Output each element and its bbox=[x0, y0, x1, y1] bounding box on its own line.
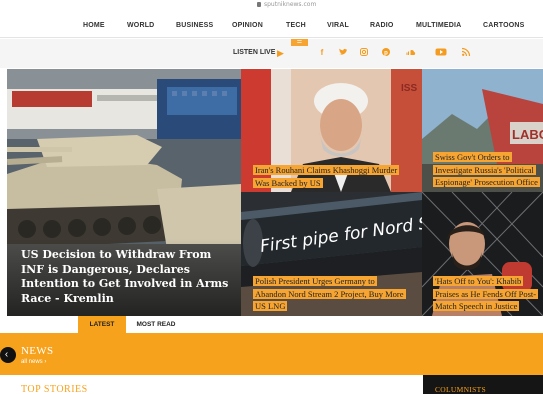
url-text: sputniknews.com bbox=[264, 1, 317, 8]
nav-item-opinion[interactable]: OPINION bbox=[232, 22, 263, 29]
lock-icon bbox=[257, 2, 261, 7]
facebook-icon[interactable]: f bbox=[316, 47, 328, 59]
menu-toggle-icon[interactable]: ☰ bbox=[291, 39, 308, 46]
main-nav: HOME WORLD BUSINESS OPINION TECH VIRAL R… bbox=[0, 14, 543, 38]
tab-most-read[interactable]: MOST READ bbox=[130, 316, 182, 333]
story-headline-rouhani[interactable]: Iran's Rouhani Claims Khashoggi Murder W… bbox=[255, 164, 407, 189]
nav-item-world[interactable]: WORLD bbox=[127, 22, 154, 29]
news-bar: ‹ NEWS all news › bbox=[0, 333, 543, 375]
sub-bar: ☰ LISTEN LIVE ▶ f p bbox=[0, 39, 543, 68]
story-headline-khabib[interactable]: 'Hats Off to You': Khabib Praises as He … bbox=[435, 275, 543, 313]
svg-text:p: p bbox=[384, 50, 388, 56]
browser-url-bar[interactable]: sputniknews.com bbox=[0, 0, 543, 12]
top-stories-heading: TOP STORIES bbox=[21, 384, 88, 394]
labor-sign-text: LABOR bbox=[512, 127, 543, 142]
story-headline-swiss[interactable]: Swiss Gov't Orders to Investigate Russia… bbox=[435, 151, 543, 189]
iss-logo-text: ISS bbox=[401, 83, 417, 94]
instagram-icon[interactable] bbox=[358, 47, 370, 59]
story-headline-pipeline[interactable]: Polish President Urges Germany to Abando… bbox=[255, 275, 405, 313]
news-title: NEWS bbox=[21, 345, 54, 357]
chevron-left-icon[interactable]: ‹ bbox=[0, 347, 16, 363]
columnists-panel: COLUMNISTS bbox=[423, 375, 543, 394]
youtube-icon[interactable] bbox=[435, 47, 447, 59]
soundcloud-icon[interactable] bbox=[404, 47, 416, 59]
nav-item-cartoons[interactable]: CARTOONS bbox=[483, 22, 525, 29]
nav-item-business[interactable]: BUSINESS bbox=[176, 22, 213, 29]
tab-latest[interactable]: LATEST bbox=[78, 316, 126, 333]
hero-story-headline[interactable]: US Decision to Withdraw From INF is Dang… bbox=[21, 248, 233, 306]
nav-item-viral[interactable]: VIRAL bbox=[327, 22, 349, 29]
nav-item-home[interactable]: HOME bbox=[83, 22, 105, 29]
play-icon[interactable]: ▶ bbox=[277, 48, 284, 58]
nav-item-tech[interactable]: TECH bbox=[286, 22, 306, 29]
nav-item-radio[interactable]: RADIO bbox=[370, 22, 394, 29]
news-tabs: LATEST MOST READ bbox=[0, 316, 543, 333]
pinterest-icon[interactable]: p bbox=[380, 47, 392, 59]
rss-icon[interactable] bbox=[460, 47, 472, 59]
listen-live-label[interactable]: LISTEN LIVE bbox=[233, 49, 275, 56]
nav-item-multimedia[interactable]: MULTIMEDIA bbox=[416, 22, 461, 29]
columnists-heading: COLUMNISTS bbox=[435, 385, 486, 394]
twitter-icon[interactable] bbox=[337, 47, 349, 59]
all-news-link[interactable]: all news › bbox=[21, 359, 46, 365]
